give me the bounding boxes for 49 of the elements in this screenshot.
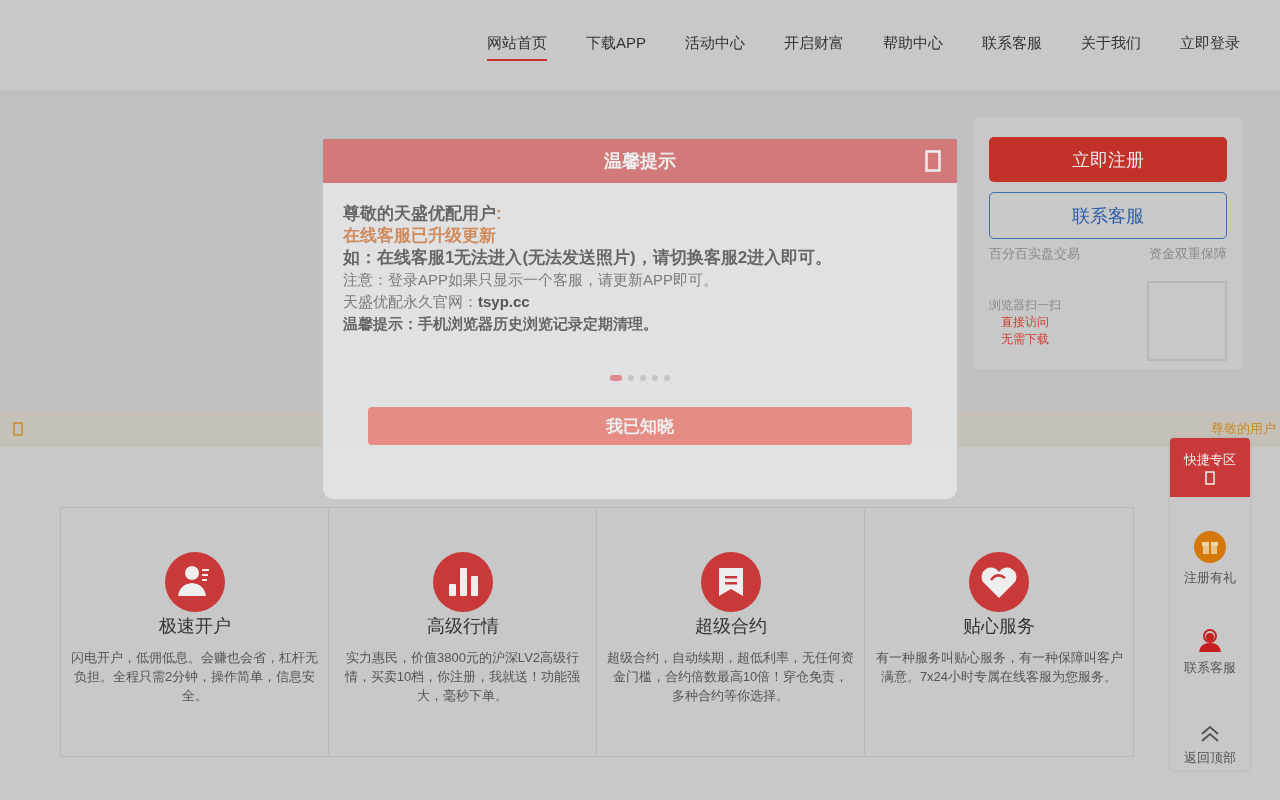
feature-description: 超级合约，自动续期，超低利率，无任何资金门槛，合约倍数最高10倍！穿仓免责，多种合约等你选择。	[606, 649, 855, 705]
quick-panel-header[interactable]: 快捷专区	[1170, 438, 1250, 497]
feature-description: 闪电开户，低佣低息。会赚也会省，杠杆无负担。全程只需2分钟，操作简单，信息安全。	[70, 649, 319, 705]
feature-title: 贴心服务	[963, 615, 1035, 638]
notice-line: 温馨提示：手机浏览器历史浏览记录定期清理。	[343, 314, 659, 334]
feature-label: 百分百实盘交易	[989, 245, 1080, 263]
feature-description: 实力惠民，价值3800元的沪深LV2高级行情，买卖10档，你注册，我就送！功能强大，毫秒下单。	[343, 649, 582, 705]
feature-title: 超级合约	[694, 615, 767, 638]
rectangle-icon	[1205, 470, 1215, 485]
quick-link[interactable]: 返回顶部	[1184, 697, 1236, 767]
notice-line: 在线客服已升级更新	[343, 225, 497, 247]
feature-label: 资金双重保障	[1149, 245, 1227, 263]
scan-note: 直接访问	[1000, 314, 1050, 331]
gift-icon	[1194, 531, 1226, 563]
notice-line: 天盛优配永久官网：tsyp.cc	[343, 292, 531, 312]
carousel-dot[interactable]	[628, 375, 634, 381]
person-icon	[164, 552, 225, 612]
register-button[interactable]: 立即注册	[989, 137, 1227, 182]
nav-link[interactable]: 联系客服	[982, 27, 1042, 61]
feature-title: 高级行情	[426, 615, 499, 638]
carousel-dot[interactable]	[664, 375, 670, 381]
nav-link[interactable]: 立即登录	[1180, 27, 1240, 61]
carousel-dot[interactable]	[652, 375, 658, 381]
notice-line: 如：在线客服1无法进入(无法发送照片)，请切换客服2进入即可。	[343, 247, 834, 269]
nav-link[interactable]: 网站首页	[487, 27, 547, 61]
dialog-title: 温馨提示	[604, 150, 676, 173]
bookmark-icon	[700, 552, 761, 612]
rectangle-icon	[13, 421, 23, 436]
close-button[interactable]	[925, 150, 941, 172]
carousel-dot[interactable]	[640, 375, 646, 381]
marquee-text: 尊敬的用户	[1211, 419, 1276, 438]
nav-link[interactable]: 下载APP	[586, 27, 646, 61]
nav-link[interactable]: 活动中心	[685, 27, 745, 61]
feature-description: 有一种服务叫贴心服务，有一种保障叫客户满意。7x24小时专属在线客服为您服务。	[874, 649, 1124, 686]
nav-link[interactable]: 帮助中心	[883, 27, 943, 61]
nav-link[interactable]: 关于我们	[1081, 27, 1141, 61]
headset-person-icon	[1197, 627, 1223, 653]
quick-panel-title: 快捷专区	[1184, 450, 1236, 469]
rectangle-icon	[925, 150, 941, 172]
notice-line: 尊敬的天盛优配用户:	[343, 203, 503, 225]
quick-link[interactable]: 注册有礼	[1184, 517, 1236, 587]
bar-chart-icon	[432, 552, 493, 612]
nav-link[interactable]: 开启财富	[784, 27, 844, 61]
quick-link[interactable]: 联系客服	[1184, 607, 1236, 677]
double-chevron-up-icon	[1200, 725, 1220, 743]
contact-service-button[interactable]: 联系客服	[989, 192, 1227, 239]
notice-line: 注意：登录APP如果只显示一个客服，请更新APP即可。	[343, 270, 720, 290]
feature-title: 极速开户	[158, 615, 231, 638]
scan-note: 无需下载	[1000, 331, 1050, 348]
